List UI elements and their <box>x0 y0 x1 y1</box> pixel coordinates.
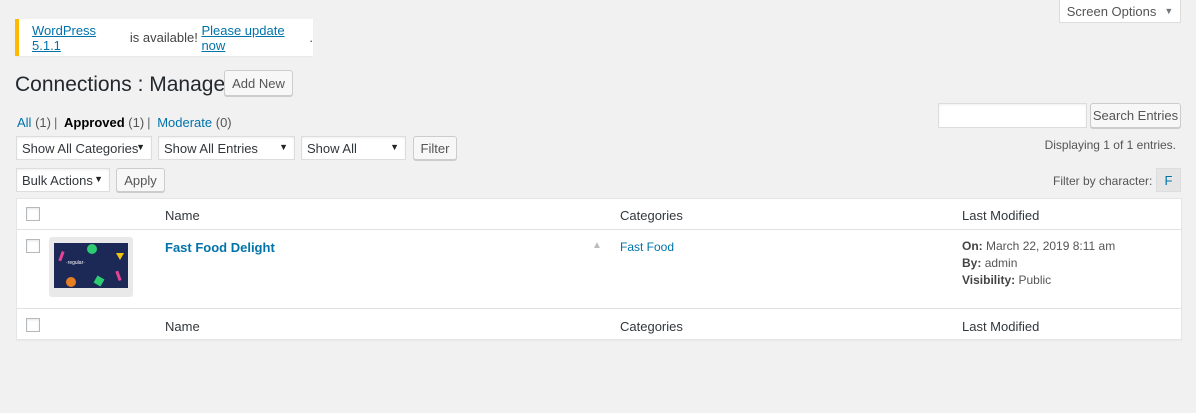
notice-period: . <box>309 30 313 45</box>
caret-down-icon: ▼ <box>136 142 145 152</box>
entry-thumbnail[interactable]: ·regular· <box>49 237 133 297</box>
entries-table: Name Categories Last Modified ·regular· … <box>16 198 1182 340</box>
table-footer: Name Categories Last Modified <box>17 308 1181 340</box>
entry-name-link[interactable]: Fast Food Delight <box>165 240 275 255</box>
column-footer-name[interactable]: Name <box>165 319 200 334</box>
caret-down-icon: ▼ <box>94 174 103 184</box>
meta-by-label: By: <box>962 256 982 270</box>
update-now-link[interactable]: Please update now <box>201 23 309 53</box>
filter-approved-count: (1) <box>128 115 145 130</box>
screen-options-label: Screen Options <box>1066 3 1157 19</box>
status-filter-links: All (1) | Approved (1) | Moderate (0) <box>17 115 232 130</box>
column-header-name[interactable]: Name <box>165 208 200 223</box>
category-select-value: Show All Categories <box>22 140 139 156</box>
filter-all-count: (1) <box>35 115 51 130</box>
character-filter-button[interactable]: F <box>1156 168 1181 192</box>
triangle-up-icon: ▲ <box>592 240 602 251</box>
column-header-last-modified[interactable]: Last Modified <box>962 208 1039 223</box>
column-header-categories: Categories <box>620 208 683 223</box>
filter-moderate-link[interactable]: Moderate <box>157 115 212 130</box>
separator: | <box>53 115 58 130</box>
add-new-button[interactable]: Add New <box>224 70 293 96</box>
filter-by-character-label: Filter by character: <box>1053 174 1153 188</box>
wordpress-version-link[interactable]: WordPress 5.1.1 <box>32 23 126 53</box>
meta-on-label: On: <box>962 239 983 253</box>
column-footer-categories: Categories <box>620 319 683 334</box>
caret-down-icon: ▼ <box>1164 6 1174 16</box>
visibility-select[interactable]: Show All ▼ <box>301 136 406 160</box>
meta-on: On: March 22, 2019 8:11 am <box>962 239 1115 253</box>
bulk-actions-value: Bulk Actions <box>22 172 93 188</box>
filter-button[interactable]: Filter <box>413 136 457 160</box>
screen-options-button[interactable]: Screen Options ▼ <box>1059 0 1181 23</box>
notice-text: is available! <box>126 30 202 45</box>
select-all-checkbox-footer[interactable] <box>26 318 40 332</box>
entries-select[interactable]: Show All Entries ▼ <box>158 136 295 160</box>
search-entries-button[interactable]: Search Entries <box>1090 103 1181 128</box>
meta-on-value: March 22, 2019 8:11 am <box>986 239 1116 253</box>
search-input[interactable] <box>938 103 1087 128</box>
table-header: Name Categories Last Modified <box>17 199 1181 230</box>
category-select[interactable]: Show All Categories ▼ <box>16 136 152 160</box>
separator: | <box>147 115 151 130</box>
entries-select-value: Show All Entries <box>164 140 258 156</box>
thumbnail-image: ·regular· <box>54 243 128 288</box>
select-all-checkbox[interactable] <box>26 207 40 221</box>
filter-moderate-count: (0) <box>215 115 232 130</box>
displaying-count: Displaying 1 of 1 entries. <box>1044 138 1176 152</box>
caret-down-icon: ▼ <box>279 142 288 152</box>
meta-visibility: Visibility: Public <box>962 273 1051 287</box>
apply-button[interactable]: Apply <box>116 168 165 192</box>
thumbnail-text: ·regular· <box>66 260 85 266</box>
filter-approved-link[interactable]: Approved <box>64 115 125 130</box>
meta-visibility-value: Public <box>1018 273 1052 287</box>
meta-by-value: admin <box>984 256 1018 270</box>
update-notice: WordPress 5.1.1 is available! Please upd… <box>15 19 313 56</box>
meta-by: By: admin <box>962 256 1017 270</box>
filter-all-link[interactable]: All <box>17 115 31 130</box>
meta-visibility-label: Visibility: <box>962 273 1016 287</box>
bulk-actions-select[interactable]: Bulk Actions ▼ <box>16 168 110 192</box>
caret-down-icon: ▼ <box>390 142 399 152</box>
row-checkbox[interactable] <box>26 239 40 253</box>
page-title: Connections : Manage <box>15 73 226 96</box>
column-footer-last-modified[interactable]: Last Modified <box>962 319 1039 334</box>
visibility-select-value: Show All <box>307 140 357 156</box>
category-link[interactable]: Fast Food <box>620 240 674 254</box>
